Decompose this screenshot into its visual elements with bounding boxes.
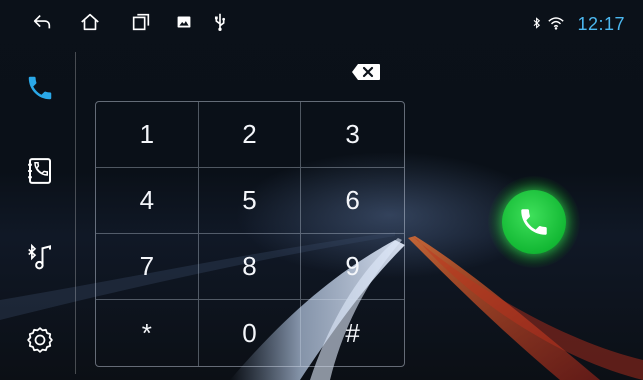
backspace-button[interactable]: [351, 63, 381, 81]
sidebar-item-settings[interactable]: [20, 320, 60, 360]
sidebar: [0, 44, 76, 380]
sidebar-item-bluetooth-music[interactable]: [20, 237, 60, 277]
key-0[interactable]: 0: [199, 300, 302, 366]
dial-keypad: 1 2 3 4 5 6 7 8 9 * 0 #: [95, 101, 405, 367]
back-icon[interactable]: [31, 11, 53, 33]
wifi-icon: [548, 17, 564, 30]
key-hash[interactable]: #: [301, 300, 404, 366]
sidebar-divider: [75, 52, 76, 374]
image-icon: [173, 11, 195, 33]
bluetooth-icon: [533, 17, 541, 29]
key-star[interactable]: *: [96, 300, 199, 366]
key-4[interactable]: 4: [96, 168, 199, 234]
recent-apps-icon[interactable]: [130, 11, 152, 33]
key-8[interactable]: 8: [198, 234, 302, 300]
key-5[interactable]: 5: [198, 168, 302, 234]
key-6[interactable]: 6: [301, 168, 404, 234]
sidebar-item-contacts[interactable]: [20, 151, 60, 191]
backspace-icon: [352, 64, 380, 80]
phone-icon: [28, 76, 52, 100]
system-tray: [531, 15, 565, 31]
usb-icon: [209, 11, 231, 33]
call-button[interactable]: [488, 176, 580, 268]
key-3[interactable]: 3: [301, 102, 404, 168]
call-icon: [521, 209, 547, 235]
settings-icon: [27, 327, 53, 353]
contacts-icon: [28, 158, 51, 184]
bluetooth-music-icon: [28, 243, 51, 270]
sidebar-item-dialer[interactable]: [20, 68, 60, 108]
key-9[interactable]: 9: [301, 234, 404, 300]
screen: 12:17 1 2 3 4 5 6 7 8 9 * 0 #: [0, 0, 643, 380]
clock: 12:17: [577, 14, 625, 34]
key-2[interactable]: 2: [198, 102, 302, 168]
key-7[interactable]: 7: [96, 234, 199, 300]
key-1[interactable]: 1: [96, 102, 199, 168]
home-icon[interactable]: [79, 11, 101, 33]
status-bar: 12:17: [0, 0, 643, 44]
call-button-face: [502, 190, 566, 254]
